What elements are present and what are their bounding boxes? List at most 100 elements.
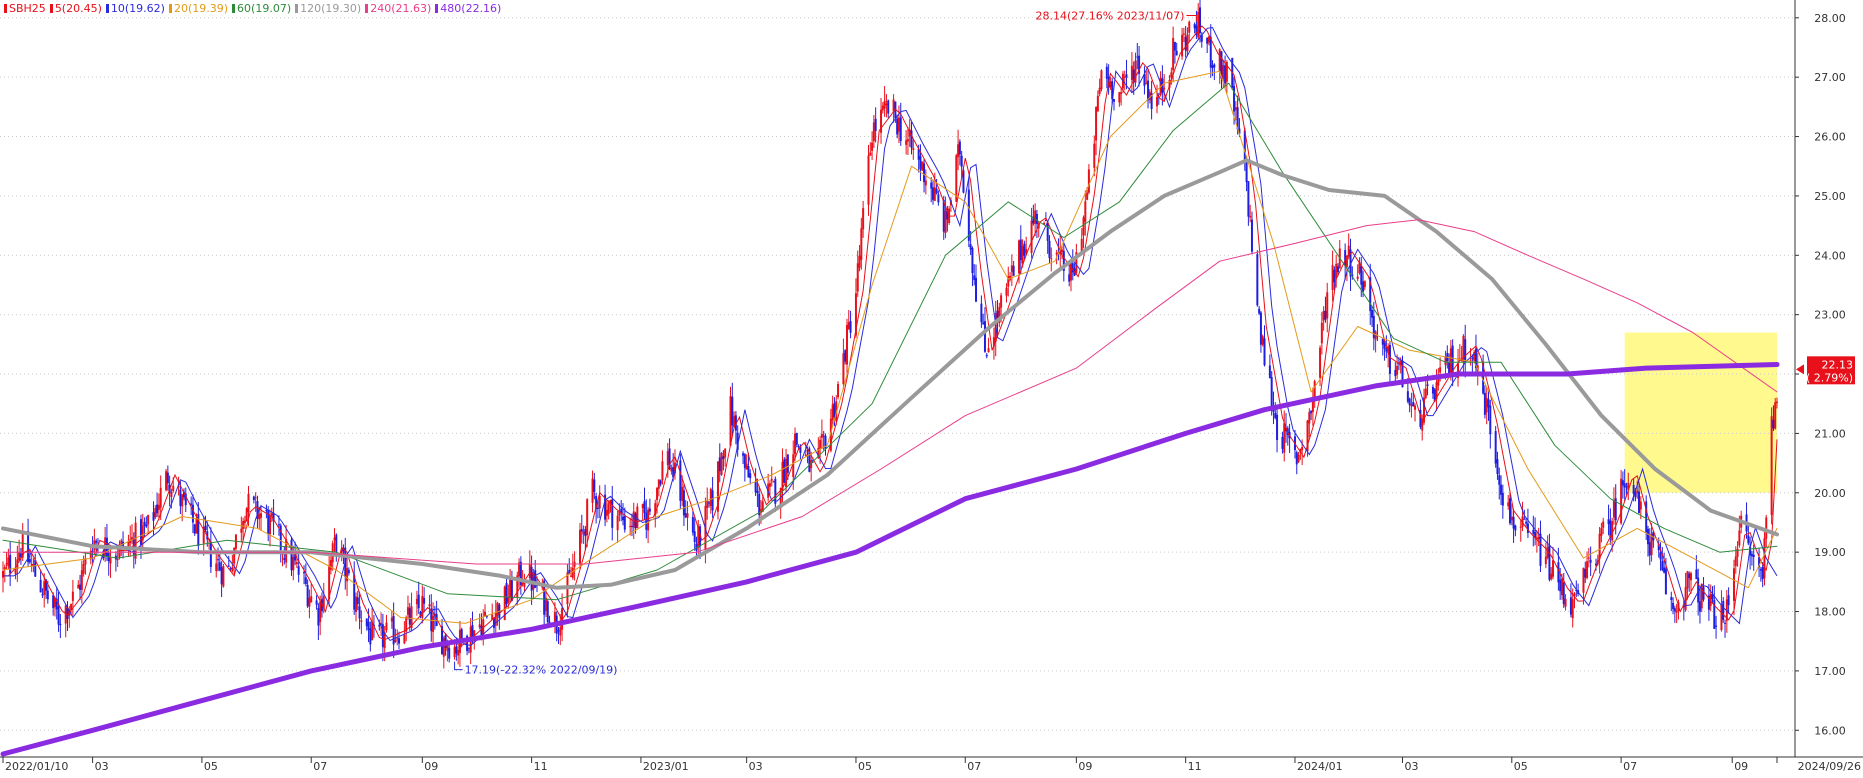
candle-body <box>1175 50 1178 56</box>
candle-body <box>1331 265 1334 290</box>
candle-body <box>1448 362 1451 374</box>
candle-body <box>385 622 388 631</box>
high-annotation: 28.14(27.16% 2023/11/07) <box>1035 9 1184 22</box>
candle-body <box>358 606 361 619</box>
candle-body <box>1552 560 1555 577</box>
candle-body <box>1381 338 1384 345</box>
candle-body <box>1363 281 1366 288</box>
candle-body <box>528 563 531 579</box>
candle-body <box>398 638 401 644</box>
candle-body <box>1123 76 1126 78</box>
candle-body <box>971 247 974 274</box>
candle-body <box>1772 419 1775 429</box>
candle-body <box>1537 536 1540 540</box>
candle-body <box>967 189 970 241</box>
candle-body <box>355 596 358 613</box>
candle-body <box>636 506 639 529</box>
candle-body <box>154 508 157 518</box>
candle-body <box>1125 74 1128 78</box>
candle-body <box>745 463 748 470</box>
candle-body <box>1664 568 1667 595</box>
candle-body <box>1722 600 1725 620</box>
legend-label: 60(19.07) <box>237 2 292 15</box>
candle-body <box>1544 556 1547 565</box>
candle-body <box>258 513 261 520</box>
candle-body <box>139 519 142 545</box>
candles <box>2 0 1778 669</box>
legend-label: 120(19.30) <box>300 2 362 15</box>
candle-body <box>822 435 825 437</box>
candle-body <box>684 513 687 518</box>
candle-body <box>1770 416 1773 515</box>
candle-body <box>460 629 463 640</box>
candle-body <box>310 596 313 603</box>
candle-body <box>1145 82 1148 84</box>
candle-body <box>1206 37 1209 44</box>
candle-body <box>356 597 359 605</box>
candle-body <box>1259 312 1262 345</box>
candle-body <box>143 521 146 526</box>
candle-body <box>1774 402 1777 429</box>
candle-body <box>1410 404 1413 407</box>
candle-body <box>1263 338 1266 366</box>
candle-body <box>1569 597 1572 615</box>
candle-body <box>582 531 585 535</box>
candle-body <box>657 479 660 489</box>
candle-body <box>544 597 547 612</box>
candle-body <box>1670 597 1673 601</box>
candle-body <box>417 594 420 609</box>
candle-body <box>82 564 85 574</box>
candle-body <box>794 433 797 455</box>
candle-body <box>548 621 551 623</box>
candle-body <box>1018 240 1021 274</box>
candle-body <box>1582 567 1585 593</box>
candle-body <box>1297 454 1300 462</box>
candle-body <box>1564 598 1567 607</box>
candle-body <box>1048 240 1051 259</box>
candle-body <box>1268 365 1271 378</box>
candle-body <box>693 531 696 543</box>
candle-body <box>346 567 349 582</box>
candle-body <box>1055 252 1058 255</box>
candle-body <box>18 551 21 561</box>
candle-body <box>1012 265 1015 276</box>
y-tick-label: 23.00 <box>1814 309 1846 322</box>
candle-body <box>593 479 596 492</box>
candle-body <box>1750 553 1753 557</box>
candle-body <box>1589 559 1592 563</box>
candle-body <box>1689 573 1692 581</box>
candle-body <box>1308 412 1311 424</box>
candle-body <box>670 468 673 472</box>
candle-body <box>1532 529 1535 534</box>
candle-body <box>2 570 4 578</box>
candle-body <box>1444 356 1447 366</box>
candle-body <box>747 465 750 478</box>
candle-body <box>1510 516 1513 521</box>
candle-body <box>1763 538 1766 579</box>
candle-body <box>428 604 431 607</box>
candle-body <box>1188 21 1191 33</box>
candle-body <box>1082 217 1085 236</box>
candle-body <box>1523 518 1526 520</box>
candle-body <box>1046 222 1049 241</box>
x-tick-label: 05 <box>1514 760 1528 773</box>
y-tick-label: 21.00 <box>1814 427 1846 440</box>
candle-body <box>220 567 223 585</box>
candle-body <box>116 559 119 561</box>
candle-body <box>1507 502 1510 507</box>
candle-body <box>365 618 368 627</box>
candle-body <box>605 510 608 516</box>
candle-body <box>156 504 159 514</box>
candle-body <box>1233 85 1236 112</box>
legend-swatch <box>105 4 109 13</box>
candle-body <box>982 322 985 325</box>
candle-body <box>845 324 848 365</box>
candle-body <box>896 118 899 135</box>
candle-body <box>5 563 8 565</box>
candle-body <box>935 188 938 194</box>
candle-body <box>9 554 12 574</box>
candle-body <box>754 482 757 493</box>
candle-body <box>919 156 922 170</box>
candle-body <box>1424 388 1427 398</box>
candle-body <box>1620 478 1623 524</box>
